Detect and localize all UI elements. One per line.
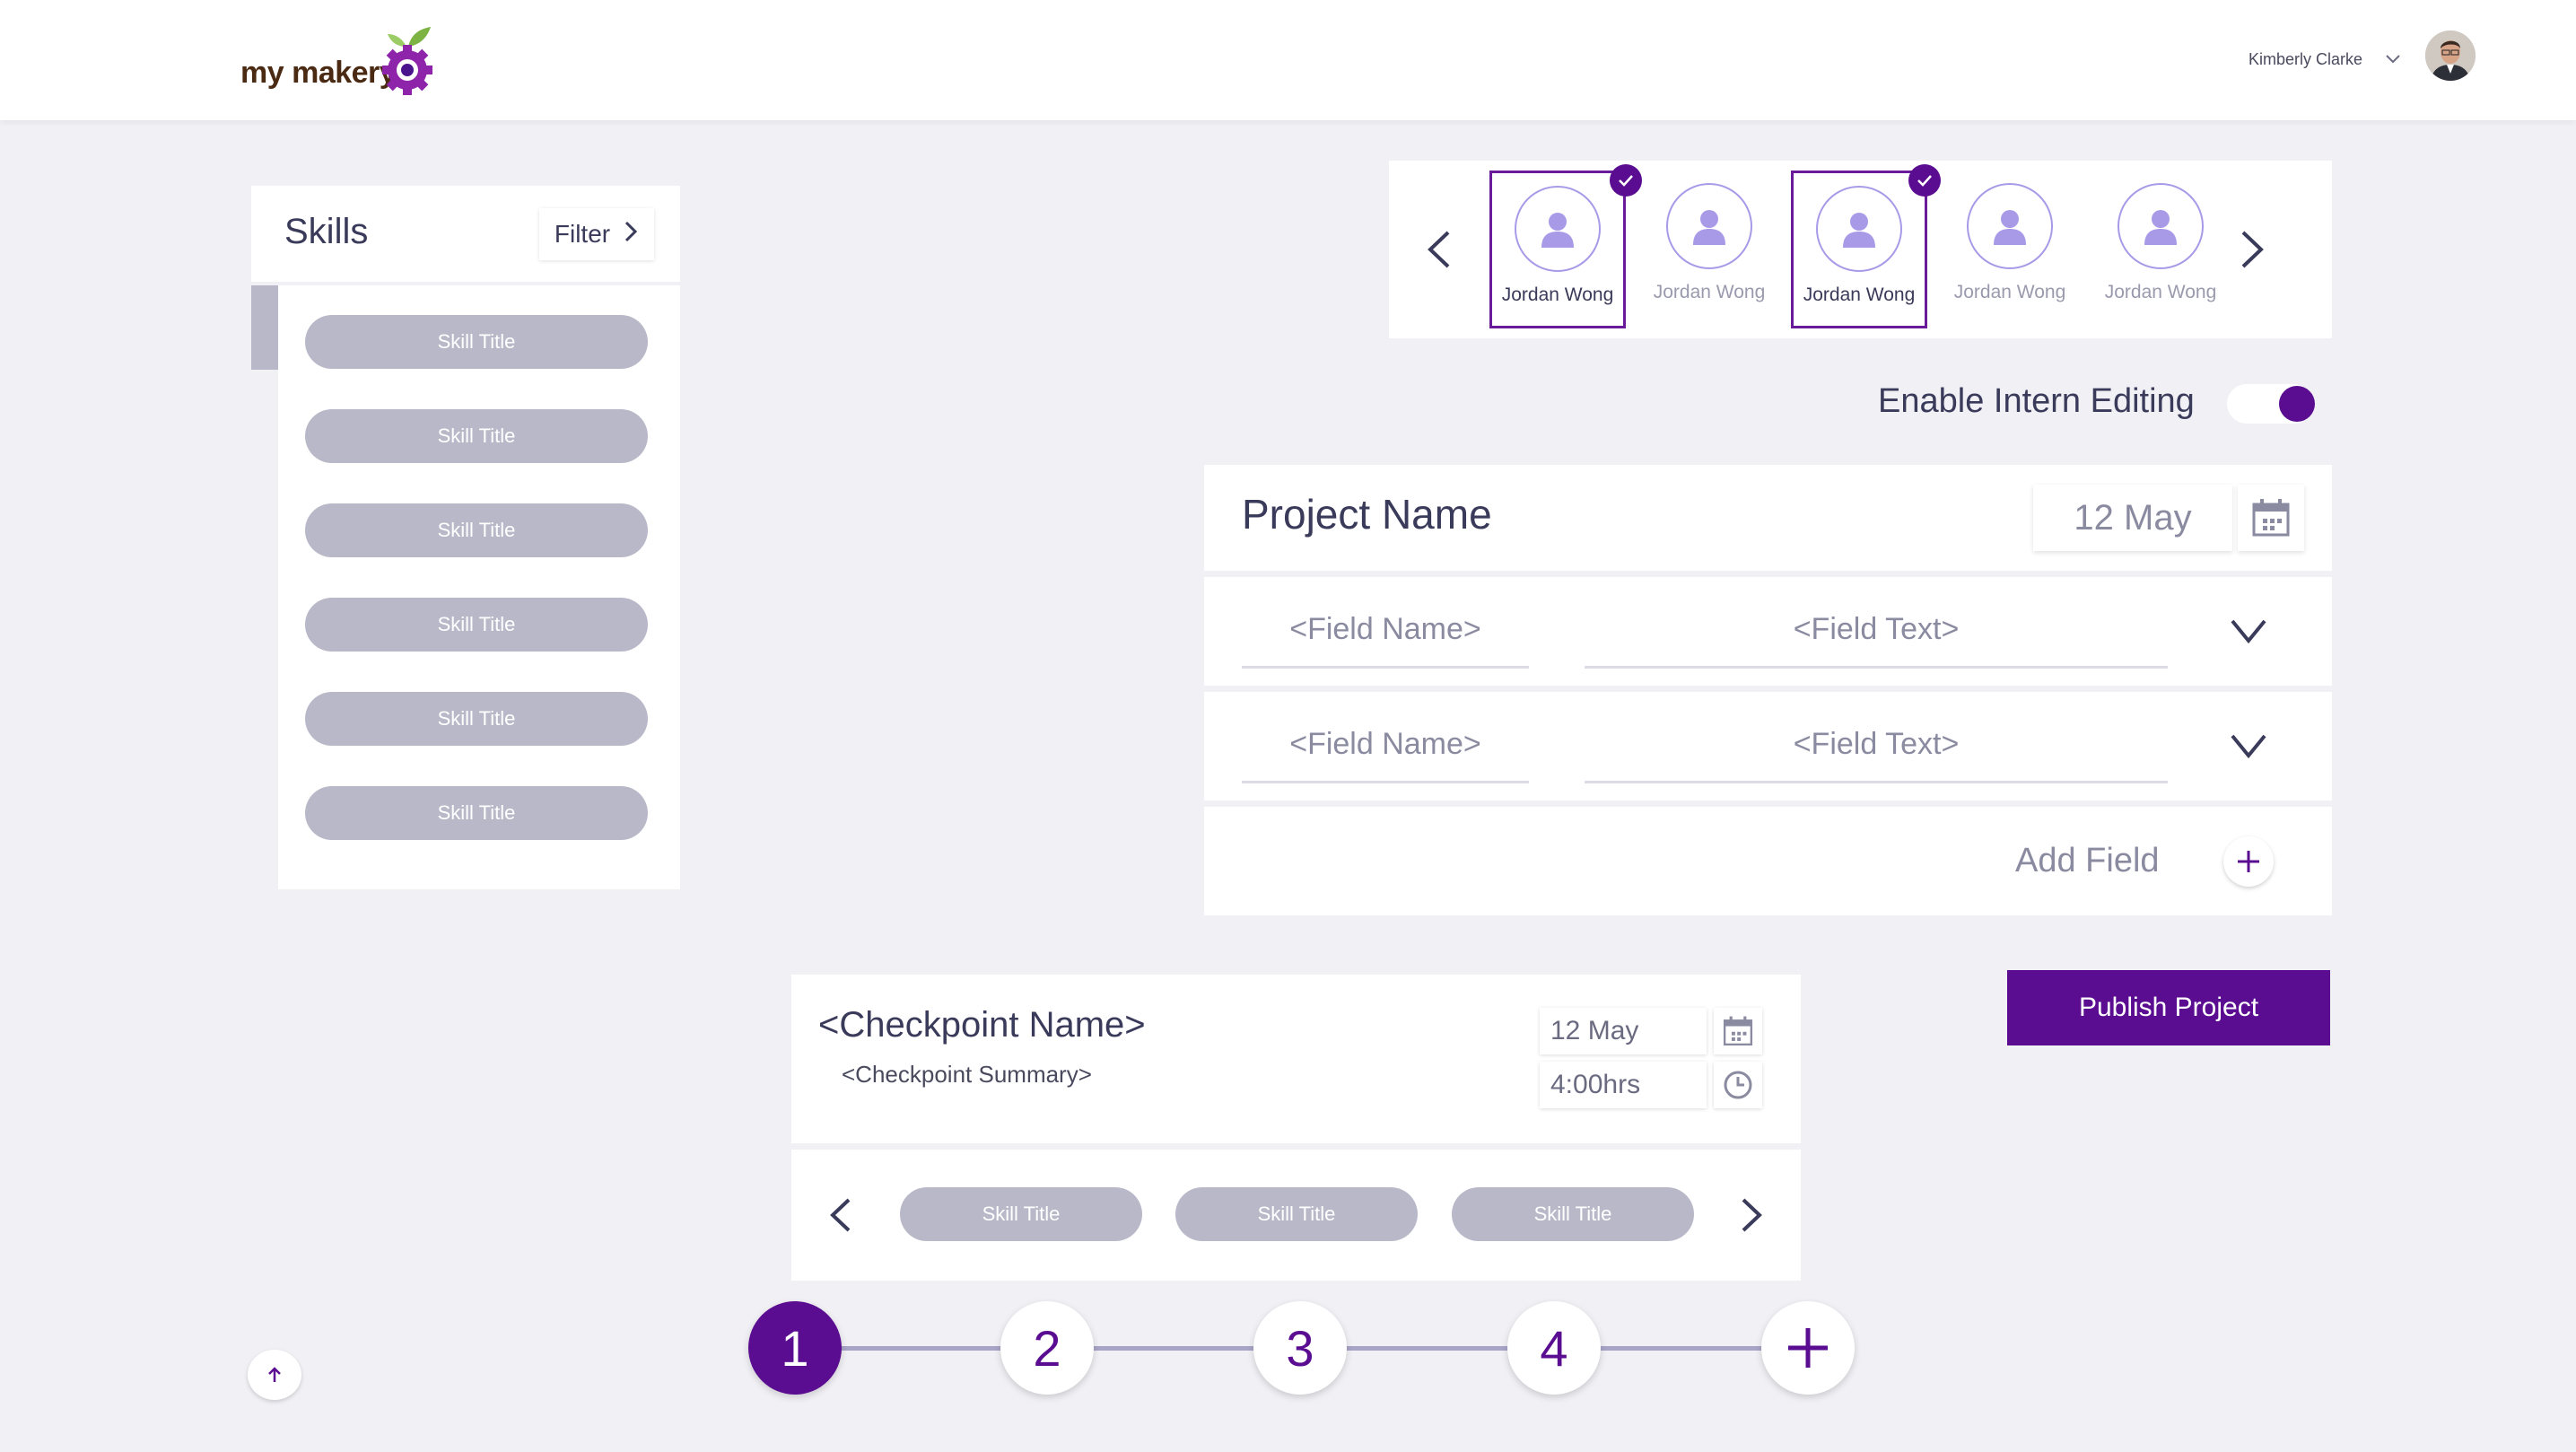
skills-scrollbar-thumb[interactable] — [251, 285, 278, 370]
skill-pill[interactable]: Skill Title — [305, 692, 648, 746]
intern-name: Jordan Wong — [1953, 282, 2066, 302]
check-icon — [1908, 164, 1941, 197]
checkpoint-skill-pill[interactable]: Skill Title — [1175, 1187, 1418, 1241]
project-date-field[interactable]: 12 May — [2033, 485, 2232, 551]
skills-title: Skills — [284, 212, 369, 251]
field-underline — [1242, 781, 1529, 783]
person-icon — [1666, 183, 1752, 269]
skill-pill[interactable]: Skill Title — [305, 786, 648, 840]
carousel-next-icon[interactable] — [2238, 229, 2268, 275]
avatar[interactable] — [2425, 31, 2476, 81]
intern-editing-label: Enable Intern Editing — [1878, 382, 2195, 420]
intern-card[interactable]: Jordan Wong — [2092, 171, 2229, 328]
user-name[interactable]: Kimberly Clarke — [2249, 50, 2362, 69]
checkpoint-skill-pill[interactable]: Skill Title — [900, 1187, 1142, 1241]
checkpoint-prev-icon[interactable] — [827, 1196, 854, 1238]
filter-button[interactable]: Filter — [539, 208, 654, 260]
intern-name: Jordan Wong — [1803, 284, 1916, 305]
checkpoint-date-field[interactable]: 12 May — [1540, 1008, 1707, 1054]
intern-card[interactable]: Jordan Wong — [1791, 171, 1927, 328]
step-1[interactable]: 1 — [748, 1301, 842, 1395]
checkpoint-next-icon[interactable] — [1738, 1196, 1765, 1238]
step-4[interactable]: 4 — [1507, 1301, 1601, 1395]
intern-name: Jordan Wong — [2104, 282, 2217, 302]
arrow-up-icon — [268, 1367, 281, 1382]
divider — [251, 282, 680, 285]
carousel-prev-icon[interactable] — [1423, 229, 1454, 275]
add-field-button[interactable] — [2223, 836, 2274, 887]
project-name[interactable]: Project Name — [1242, 490, 1492, 538]
toggle-knob[interactable] — [2279, 386, 2315, 422]
step-2[interactable]: 2 — [1000, 1301, 1094, 1395]
intern-name: Jordan Wong — [1653, 282, 1766, 302]
publish-project-button[interactable]: Publish Project — [2007, 970, 2330, 1045]
skill-pill[interactable]: Skill Title — [305, 315, 648, 369]
checkpoint-summary[interactable]: <Checkpoint Summary> — [842, 1061, 1092, 1089]
field-underline — [1585, 666, 2168, 669]
person-icon — [1816, 186, 1902, 272]
intern-card[interactable]: Jordan Wong — [1641, 171, 1777, 328]
chevron-down-icon[interactable] — [2383, 48, 2403, 68]
field-underline — [1585, 781, 2168, 783]
add-field-label[interactable]: Add Field — [2015, 842, 2160, 880]
calendar-icon[interactable] — [2238, 485, 2304, 551]
logo-text: my makery — [240, 56, 397, 90]
checkpoint-name[interactable]: <Checkpoint Name> — [818, 1005, 1146, 1045]
scroll-to-top-button[interactable] — [248, 1350, 301, 1400]
logo-gear-icon — [379, 25, 438, 97]
field-name[interactable]: <Field Name> — [1242, 727, 1529, 762]
checkpoint-skill-pill[interactable]: Skill Title — [1452, 1187, 1694, 1241]
skills-scrollbar-track[interactable] — [251, 285, 278, 889]
add-field-row — [1204, 807, 2332, 915]
filter-label: Filter — [554, 220, 611, 248]
skill-pill[interactable]: Skill Title — [305, 503, 648, 557]
check-icon — [1610, 164, 1642, 197]
person-icon — [1515, 186, 1601, 272]
field-text[interactable]: <Field Text> — [1585, 727, 2168, 762]
field-text[interactable]: <Field Text> — [1585, 612, 2168, 647]
add-step-button[interactable] — [1761, 1301, 1855, 1395]
skill-pill[interactable]: Skill Title — [305, 598, 648, 652]
clock-icon[interactable] — [1714, 1062, 1762, 1108]
chevron-down-icon[interactable] — [2229, 616, 2268, 651]
chevron-down-icon[interactable] — [2229, 730, 2268, 765]
field-underline — [1242, 666, 1529, 669]
intern-name: Jordan Wong — [1501, 284, 1614, 305]
step-3[interactable]: 3 — [1253, 1301, 1347, 1395]
field-name[interactable]: <Field Name> — [1242, 612, 1529, 647]
person-icon — [1967, 183, 2053, 269]
intern-card[interactable]: Jordan Wong — [1489, 171, 1626, 328]
checkpoint-duration-field[interactable]: 4:00hrs — [1540, 1062, 1707, 1108]
person-icon — [2118, 183, 2204, 269]
skill-pill[interactable]: Skill Title — [305, 409, 648, 463]
calendar-icon[interactable] — [1714, 1008, 1762, 1054]
checkpoint-card — [791, 975, 1801, 1143]
intern-card[interactable]: Jordan Wong — [1942, 171, 2078, 328]
chevron-right-icon — [623, 220, 639, 249]
